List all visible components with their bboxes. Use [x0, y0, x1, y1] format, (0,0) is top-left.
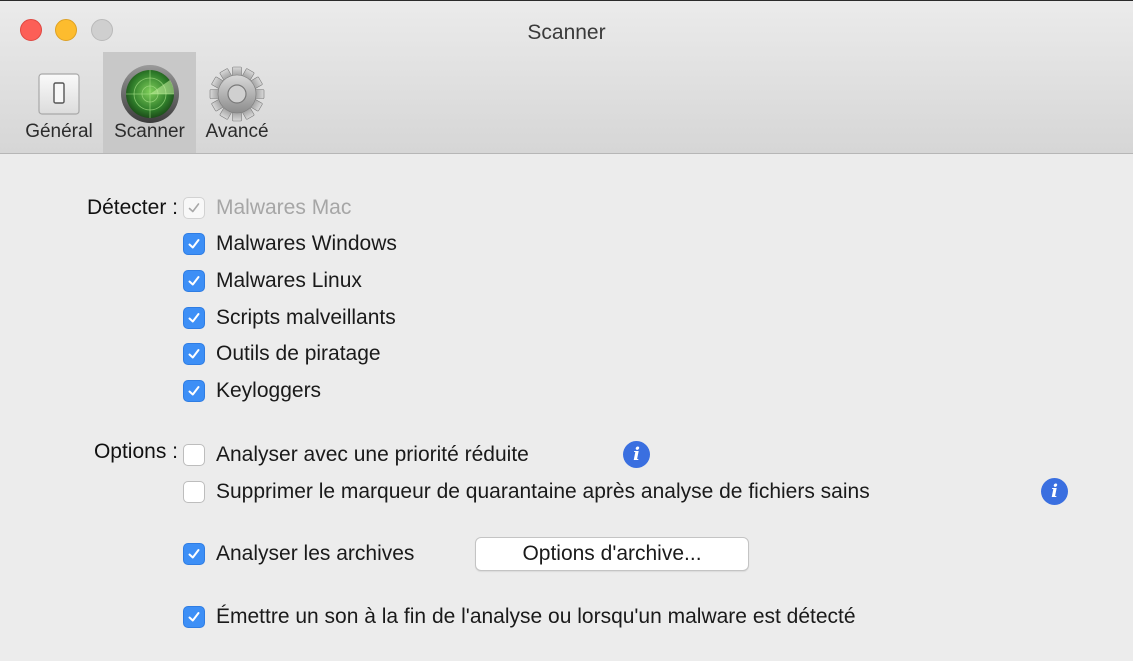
checkbox-scripts-malveillants[interactable]: Scripts malveillants [183, 303, 396, 333]
tab-avance-label: Avancé [205, 121, 269, 142]
window-title: Scanner [527, 21, 606, 44]
checkbox-analyser-archives[interactable]: Analyser les archives [183, 539, 414, 569]
checkbox-box[interactable] [183, 444, 205, 466]
checkmark-icon [188, 349, 200, 359]
checkbox-supprimer-quarantaine[interactable]: Supprimer le marqueur de quarantaine apr… [183, 477, 870, 507]
checkmark-icon [188, 386, 200, 396]
checkbox-label: Scripts malveillants [216, 306, 396, 329]
checkmark-icon [188, 549, 200, 559]
checkmark-icon [188, 203, 200, 213]
checkbox-emettre-son[interactable]: Émettre un son à la fin de l'analyse ou … [183, 602, 856, 632]
checkbox-label: Malwares Linux [216, 269, 362, 292]
checkbox-label: Émettre un son à la fin de l'analyse ou … [216, 605, 856, 628]
info-icon[interactable]: i [623, 441, 650, 468]
checkbox-box[interactable] [183, 380, 205, 402]
gear-icon [209, 66, 265, 122]
checkmark-icon [188, 276, 200, 286]
checkbox-box[interactable] [183, 481, 205, 503]
checkbox-keyloggers[interactable]: Keyloggers [183, 376, 321, 406]
tab-general[interactable]: Général [18, 52, 100, 153]
checkbox-label: Outils de piratage [216, 342, 381, 365]
checkbox-label: Keyloggers [216, 379, 322, 402]
checkbox-priorite-reduite[interactable]: Analyser avec une priorité réduite [183, 440, 529, 470]
checkbox-label: Analyser avec une priorité réduite [216, 443, 529, 466]
preferences-window: Scanner Général Scanner Avancé Détecter … [0, 0, 1133, 661]
tab-avance[interactable]: Avancé [195, 52, 279, 153]
checkmark-icon [188, 313, 200, 323]
checkbox-box[interactable] [183, 307, 205, 329]
checkbox-malwares-linux[interactable]: Malwares Linux [183, 266, 362, 296]
checkbox-box[interactable] [183, 543, 205, 565]
archive-options-button[interactable]: Options d'archive... [475, 537, 749, 571]
checkmark-icon [188, 612, 200, 622]
checkbox-box[interactable] [183, 197, 205, 219]
checkbox-outils-piratage[interactable]: Outils de piratage [183, 339, 381, 369]
checkbox-label: Analyser les archives [216, 542, 415, 565]
options-label: Options : [93, 440, 178, 463]
checkbox-box[interactable] [183, 343, 205, 365]
checkbox-malwares-windows[interactable]: Malwares Windows [183, 229, 397, 259]
checkbox-label: Malwares Mac [216, 196, 352, 219]
checkbox-box[interactable] [183, 233, 205, 255]
info-icon[interactable]: i [1041, 478, 1068, 505]
checkbox-label: Supprimer le marqueur de quarantaine apr… [216, 480, 870, 503]
checkmark-icon [188, 239, 200, 249]
detect-label: Détecter : [86, 196, 178, 219]
tab-scanner[interactable]: Scanner [103, 52, 196, 153]
checkbox-malwares-mac[interactable]: Malwares Mac [183, 193, 351, 223]
switch-icon [38, 73, 80, 115]
toolbar: Scanner Général Scanner Avancé [0, 1, 1133, 154]
radar-icon [120, 65, 179, 123]
tab-scanner-label: Scanner [114, 121, 185, 142]
checkbox-box[interactable] [183, 606, 205, 628]
checkbox-label: Malwares Windows [216, 232, 397, 255]
tab-general-label: Général [25, 121, 93, 142]
checkbox-box[interactable] [183, 270, 205, 292]
